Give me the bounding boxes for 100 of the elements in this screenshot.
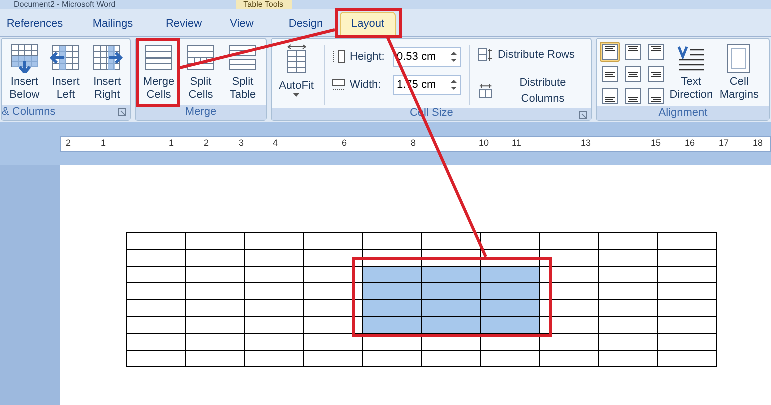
- align-button[interactable]: [600, 64, 620, 84]
- table-cell[interactable]: [480, 300, 540, 316]
- table-cell[interactable]: [480, 350, 540, 367]
- table-cell[interactable]: [480, 232, 540, 250]
- table-cell[interactable]: [658, 333, 716, 350]
- table-cell[interactable]: [480, 266, 540, 283]
- table-cell[interactable]: [422, 300, 480, 316]
- table-cell[interactable]: [186, 282, 244, 300]
- table-cell[interactable]: [304, 350, 362, 367]
- ribbon-button[interactable]: Text Direction: [668, 41, 714, 102]
- ribbon-tab[interactable]: Layout: [340, 12, 396, 36]
- autofit-button[interactable]: AutoFit: [275, 41, 318, 98]
- ribbon-button[interactable]: Split Table: [223, 41, 263, 102]
- dialog-launcher-icon[interactable]: [579, 110, 588, 118]
- table-cell[interactable]: [126, 333, 186, 350]
- table-cell[interactable]: [362, 282, 422, 300]
- ruler-number: 13: [581, 139, 592, 148]
- ribbon-button[interactable]: Cell Margins: [716, 41, 762, 102]
- table-cell[interactable]: [658, 316, 716, 334]
- table-cell[interactable]: [598, 249, 658, 266]
- align-button[interactable]: [623, 42, 644, 62]
- table-cell[interactable]: [126, 282, 186, 300]
- table-cell[interactable]: [362, 300, 422, 316]
- distribute-button[interactable]: Distribute Rows: [478, 47, 588, 64]
- table-cell[interactable]: [422, 232, 480, 250]
- table-cell[interactable]: [658, 300, 716, 316]
- table-cell[interactable]: [126, 249, 186, 266]
- align-button[interactable]: [600, 86, 620, 106]
- table-cell[interactable]: [244, 249, 304, 266]
- table-cell[interactable]: [422, 350, 480, 367]
- table-cell[interactable]: [186, 350, 244, 367]
- table-cell[interactable]: [658, 249, 716, 266]
- align-button[interactable]: [600, 42, 620, 62]
- table-cell[interactable]: [186, 232, 244, 250]
- ribbon-tab[interactable]: View: [212, 12, 272, 36]
- table-cell[interactable]: [126, 316, 186, 334]
- ribbon-tab[interactable]: Design: [272, 12, 340, 36]
- table-cell[interactable]: [362, 316, 422, 334]
- table-cell[interactable]: [186, 333, 244, 350]
- table-cell[interactable]: [658, 232, 716, 250]
- align-button[interactable]: [646, 64, 666, 84]
- table-cell[interactable]: [126, 350, 186, 367]
- table-cell[interactable]: [480, 282, 540, 300]
- table-cell[interactable]: [598, 232, 658, 250]
- spin-field[interactable]: 0.53 cm: [393, 47, 461, 67]
- ruler-number: 1: [169, 139, 176, 148]
- table-cell[interactable]: [126, 232, 186, 250]
- table-cell[interactable]: [540, 350, 598, 367]
- ribbon-button[interactable]: Merge Cells: [139, 41, 179, 102]
- table-cell[interactable]: [598, 333, 658, 350]
- align-button[interactable]: [623, 64, 644, 84]
- table-cell[interactable]: [244, 282, 304, 300]
- spin-arrows-icon: [451, 51, 457, 63]
- table-cell[interactable]: [658, 266, 716, 283]
- table-cell[interactable]: [598, 266, 658, 283]
- table-cell[interactable]: [186, 266, 244, 283]
- ribbon-button[interactable]: Split Cells: [181, 41, 221, 102]
- table-cell[interactable]: [422, 282, 480, 300]
- ribbon-button[interactable]: Insert Right: [88, 41, 127, 102]
- ribbon-button[interactable]: Insert Left: [46, 41, 86, 102]
- align-icon: [625, 44, 642, 60]
- column-width-icon: [331, 77, 347, 93]
- ribbon-tab[interactable]: References: [0, 12, 70, 36]
- table-cell[interactable]: [422, 316, 480, 334]
- table-cell[interactable]: [658, 282, 716, 300]
- table-cell[interactable]: [244, 266, 304, 283]
- table-cell[interactable]: [422, 266, 480, 283]
- table-cell[interactable]: [186, 316, 244, 334]
- table-cell[interactable]: [598, 300, 658, 316]
- table-cell[interactable]: [244, 232, 304, 250]
- table-cell[interactable]: [244, 333, 304, 350]
- table-cell[interactable]: [598, 282, 658, 300]
- ribbon-button[interactable]: Insert Below: [5, 41, 44, 102]
- table-cell[interactable]: [186, 300, 244, 316]
- table-cell[interactable]: [244, 300, 304, 316]
- table-cell[interactable]: [126, 266, 186, 283]
- ruler-number: 15: [651, 139, 662, 148]
- table-cell[interactable]: [244, 316, 304, 334]
- table-cell[interactable]: [480, 316, 540, 334]
- distribute-button[interactable]: Distribute Columns: [478, 74, 588, 108]
- ribbon-tab[interactable]: Mailings: [70, 12, 156, 36]
- ribbon-tab[interactable]: Review: [156, 12, 212, 36]
- table-cell[interactable]: [362, 266, 422, 283]
- highlight-frame: [136, 38, 180, 107]
- ruler-number: 6: [342, 139, 348, 148]
- table-cell[interactable]: [658, 350, 716, 367]
- table-cell[interactable]: [304, 232, 362, 250]
- table-cell[interactable]: [186, 249, 244, 266]
- table-cell[interactable]: [126, 300, 186, 316]
- table-cell[interactable]: [244, 350, 304, 367]
- table-cell[interactable]: [362, 232, 422, 250]
- align-button[interactable]: [623, 86, 644, 106]
- table-cell[interactable]: [362, 350, 422, 367]
- align-button[interactable]: [646, 42, 666, 62]
- table-cell[interactable]: [540, 232, 598, 250]
- align-button[interactable]: [646, 86, 666, 106]
- highlight-frame: [335, 8, 402, 38]
- table-cell[interactable]: [598, 316, 658, 334]
- dialog-launcher-icon[interactable]: [118, 108, 126, 116]
- table-cell[interactable]: [598, 350, 658, 367]
